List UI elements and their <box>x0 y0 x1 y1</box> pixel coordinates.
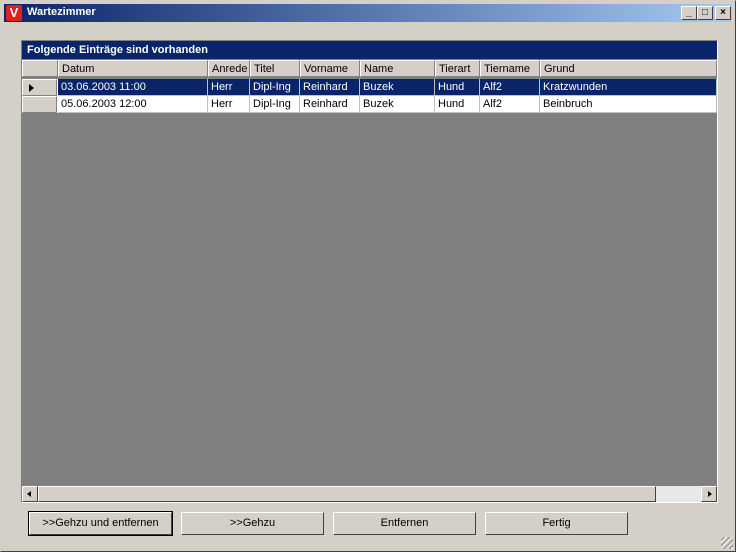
table-row[interactable]: 03.06.2003 11:00 Herr Dipl-Ing Reinhard … <box>22 79 717 96</box>
entfernen-button[interactable]: Entfernen <box>333 512 476 535</box>
wartezimmer-window: V Wartezimmer _ □ × Folgende Einträge si… <box>0 0 736 552</box>
cell-titel[interactable]: Dipl-Ing <box>250 79 300 96</box>
cell-datum[interactable]: 05.06.2003 12:00 <box>58 96 208 113</box>
scroll-right-button[interactable] <box>701 486 717 502</box>
header-name[interactable]: Name <box>360 60 435 77</box>
header-titel[interactable]: Titel <box>250 60 300 77</box>
grid-header: Datum Anrede Titel Vorname Name Tierart … <box>22 60 717 77</box>
table-row[interactable]: 05.06.2003 12:00 Herr Dipl-Ing Reinhard … <box>22 96 717 113</box>
row-indicator[interactable] <box>22 96 57 113</box>
current-row-arrow-icon <box>29 84 34 92</box>
app-icon: V <box>6 5 22 21</box>
cell-grund[interactable]: Kratzwunden <box>540 79 717 96</box>
maximize-button[interactable]: □ <box>697 6 713 20</box>
window-title: Wartezimmer <box>27 6 96 18</box>
title-bar[interactable]: V Wartezimmer _ □ × <box>4 4 732 22</box>
fertig-button[interactable]: Fertig <box>485 512 628 535</box>
header-datum[interactable]: Datum <box>58 60 208 77</box>
header-tierart[interactable]: Tierart <box>435 60 480 77</box>
close-button[interactable]: × <box>715 6 731 20</box>
row-indicator[interactable] <box>22 79 57 96</box>
cell-vorname[interactable]: Reinhard <box>300 79 360 96</box>
cell-anrede[interactable]: Herr <box>208 96 250 113</box>
arrow-right-icon <box>708 491 712 497</box>
cell-vorname[interactable]: Reinhard <box>300 96 360 113</box>
cell-name[interactable]: Buzek <box>360 96 435 113</box>
header-tiername[interactable]: Tiername <box>480 60 540 77</box>
resize-grip-icon[interactable] <box>721 537 733 549</box>
entries-grid[interactable]: Folgende Einträge sind vorhanden Datum A… <box>21 40 718 503</box>
header-grund[interactable]: Grund <box>540 60 717 77</box>
header-anrede[interactable]: Anrede <box>208 60 250 77</box>
cell-tierart[interactable]: Hund <box>435 79 480 96</box>
header-vorname[interactable]: Vorname <box>300 60 360 77</box>
cell-name[interactable]: Buzek <box>360 79 435 96</box>
gehzu-und-entfernen-button[interactable]: >>Gehzu und entfernen <box>28 511 173 536</box>
scroll-left-button[interactable] <box>22 486 38 502</box>
cell-grund[interactable]: Beinbruch <box>540 96 717 113</box>
arrow-left-icon <box>27 491 31 497</box>
cell-tiername[interactable]: Alf2 <box>480 79 540 96</box>
cell-tierart[interactable]: Hund <box>435 96 480 113</box>
cell-datum[interactable]: 03.06.2003 11:00 <box>58 79 208 96</box>
horizontal-scrollbar[interactable] <box>22 486 717 502</box>
cell-tiername[interactable]: Alf2 <box>480 96 540 113</box>
header-indicator <box>22 60 58 77</box>
minimize-button[interactable]: _ <box>681 6 697 20</box>
gehzu-button[interactable]: >>Gehzu <box>181 512 324 535</box>
cell-titel[interactable]: Dipl-Ing <box>250 96 300 113</box>
scroll-thumb[interactable] <box>38 486 656 502</box>
cell-anrede[interactable]: Herr <box>208 79 250 96</box>
grid-caption: Folgende Einträge sind vorhanden <box>22 41 717 59</box>
